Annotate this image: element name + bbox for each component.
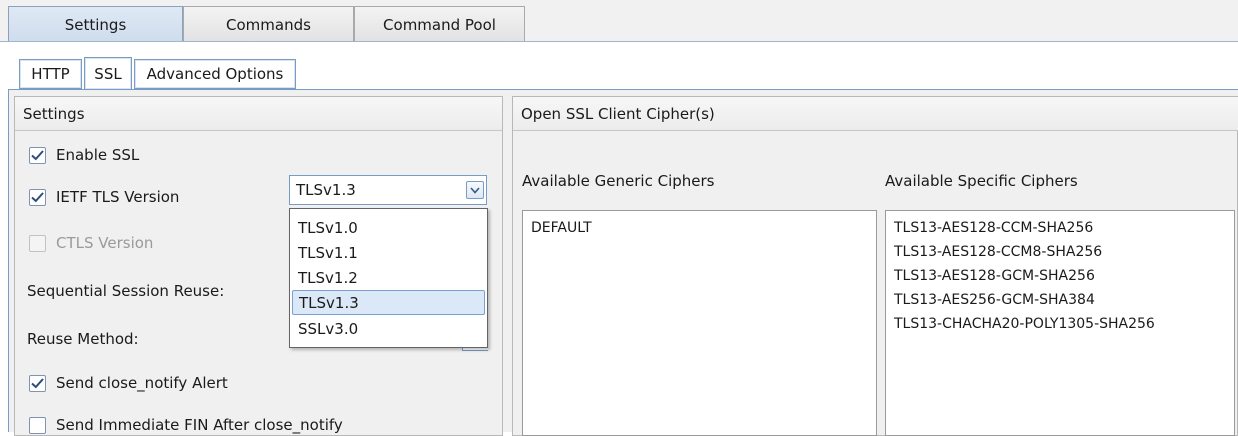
cipher-group-header: Open SSL Client Cipher(s): [513, 97, 1238, 131]
ietf-tls-version-checkbox[interactable]: [29, 189, 46, 206]
checkmark-icon: [31, 192, 44, 203]
specific-ciphers-label: Available Specific Ciphers: [885, 172, 1078, 190]
tab-http-label: HTTP: [31, 65, 70, 83]
enable-ssl-label: Enable SSL: [56, 146, 140, 164]
tab-settings-label: Settings: [64, 15, 127, 34]
generic-ciphers-listbox[interactable]: DEFAULT: [522, 210, 877, 436]
tls-option-label: TLSv1.2: [298, 268, 358, 287]
tls-option-sslv3-0[interactable]: SSLv3.0: [292, 316, 485, 341]
chevron-down-icon: [470, 186, 480, 194]
tab-http[interactable]: HTTP: [19, 59, 82, 89]
tab-ssl-label: SSL: [94, 64, 122, 83]
tls-option-label: SSLv3.0: [298, 319, 359, 338]
list-item[interactable]: TLS13-AES128-CCM-SHA256: [894, 216, 1093, 240]
ietf-tls-version-label: IETF TLS Version: [56, 188, 180, 206]
checkmark-icon: [31, 378, 44, 389]
tab-ssl[interactable]: SSL: [84, 57, 132, 90]
tls-option-tlsv1-2[interactable]: TLSv1.2: [292, 265, 485, 290]
tls-option-label: TLSv1.3: [299, 293, 359, 312]
reuse-method-label: Reuse Method:: [27, 330, 139, 348]
list-item[interactable]: DEFAULT: [531, 216, 592, 240]
tls-version-dropdown-button[interactable]: [466, 181, 484, 199]
tab-commands[interactable]: Commands: [183, 6, 354, 42]
tls-option-tlsv1-1[interactable]: TLSv1.1: [292, 240, 485, 265]
tls-option-tlsv1-0[interactable]: TLSv1.0: [292, 215, 485, 240]
list-item[interactable]: TLS13-AES128-GCM-SHA256: [894, 264, 1095, 288]
tab-settings[interactable]: Settings: [8, 6, 183, 42]
ctls-version-checkbox[interactable]: [29, 235, 46, 252]
settings-group-title: Settings: [23, 104, 85, 123]
checkmark-icon: [31, 150, 44, 161]
list-item[interactable]: TLS13-AES256-GCM-SHA384: [894, 288, 1095, 312]
tab-advanced-options-label: Advanced Options: [146, 65, 284, 83]
tls-version-dropdown-list: TLSv1.0 TLSv1.1 TLSv1.2 TLSv1.3 SSLv3.0: [289, 208, 488, 348]
tls-option-label: TLSv1.0: [298, 218, 358, 237]
enable-ssl-checkbox[interactable]: [29, 147, 46, 164]
cipher-group-title: Open SSL Client Cipher(s): [521, 104, 715, 123]
send-close-notify-label: Send close_notify Alert: [56, 374, 228, 392]
sequential-session-reuse-label: Sequential Session Reuse:: [27, 282, 225, 300]
settings-group-header: Settings: [15, 97, 502, 131]
specific-ciphers-listbox[interactable]: TLS13-AES128-CCM-SHA256 TLS13-AES128-CCM…: [885, 210, 1235, 436]
list-item[interactable]: TLS13-AES128-CCM8-SHA256: [894, 240, 1102, 264]
ctls-version-label: CTLS Version: [56, 234, 154, 252]
tab-advanced-options[interactable]: Advanced Options: [134, 59, 296, 89]
tls-option-label: TLSv1.1: [298, 243, 358, 262]
tls-version-combobox[interactable]: TLSv1.3: [289, 175, 487, 205]
send-immediate-fin-checkbox[interactable]: [29, 417, 46, 434]
generic-ciphers-label: Available Generic Ciphers: [522, 172, 715, 190]
tab-commands-label: Commands: [226, 15, 311, 34]
list-item[interactable]: TLS13-CHACHA20-POLY1305-SHA256: [894, 312, 1155, 336]
send-immediate-fin-label: Send Immediate FIN After close_notify: [56, 416, 343, 434]
tab-command-pool-label: Command Pool: [383, 15, 496, 34]
tls-option-tlsv1-3[interactable]: TLSv1.3: [292, 290, 485, 315]
send-close-notify-checkbox[interactable]: [29, 375, 46, 392]
tab-command-pool[interactable]: Command Pool: [354, 6, 525, 42]
tls-version-selected: TLSv1.3: [296, 181, 356, 199]
